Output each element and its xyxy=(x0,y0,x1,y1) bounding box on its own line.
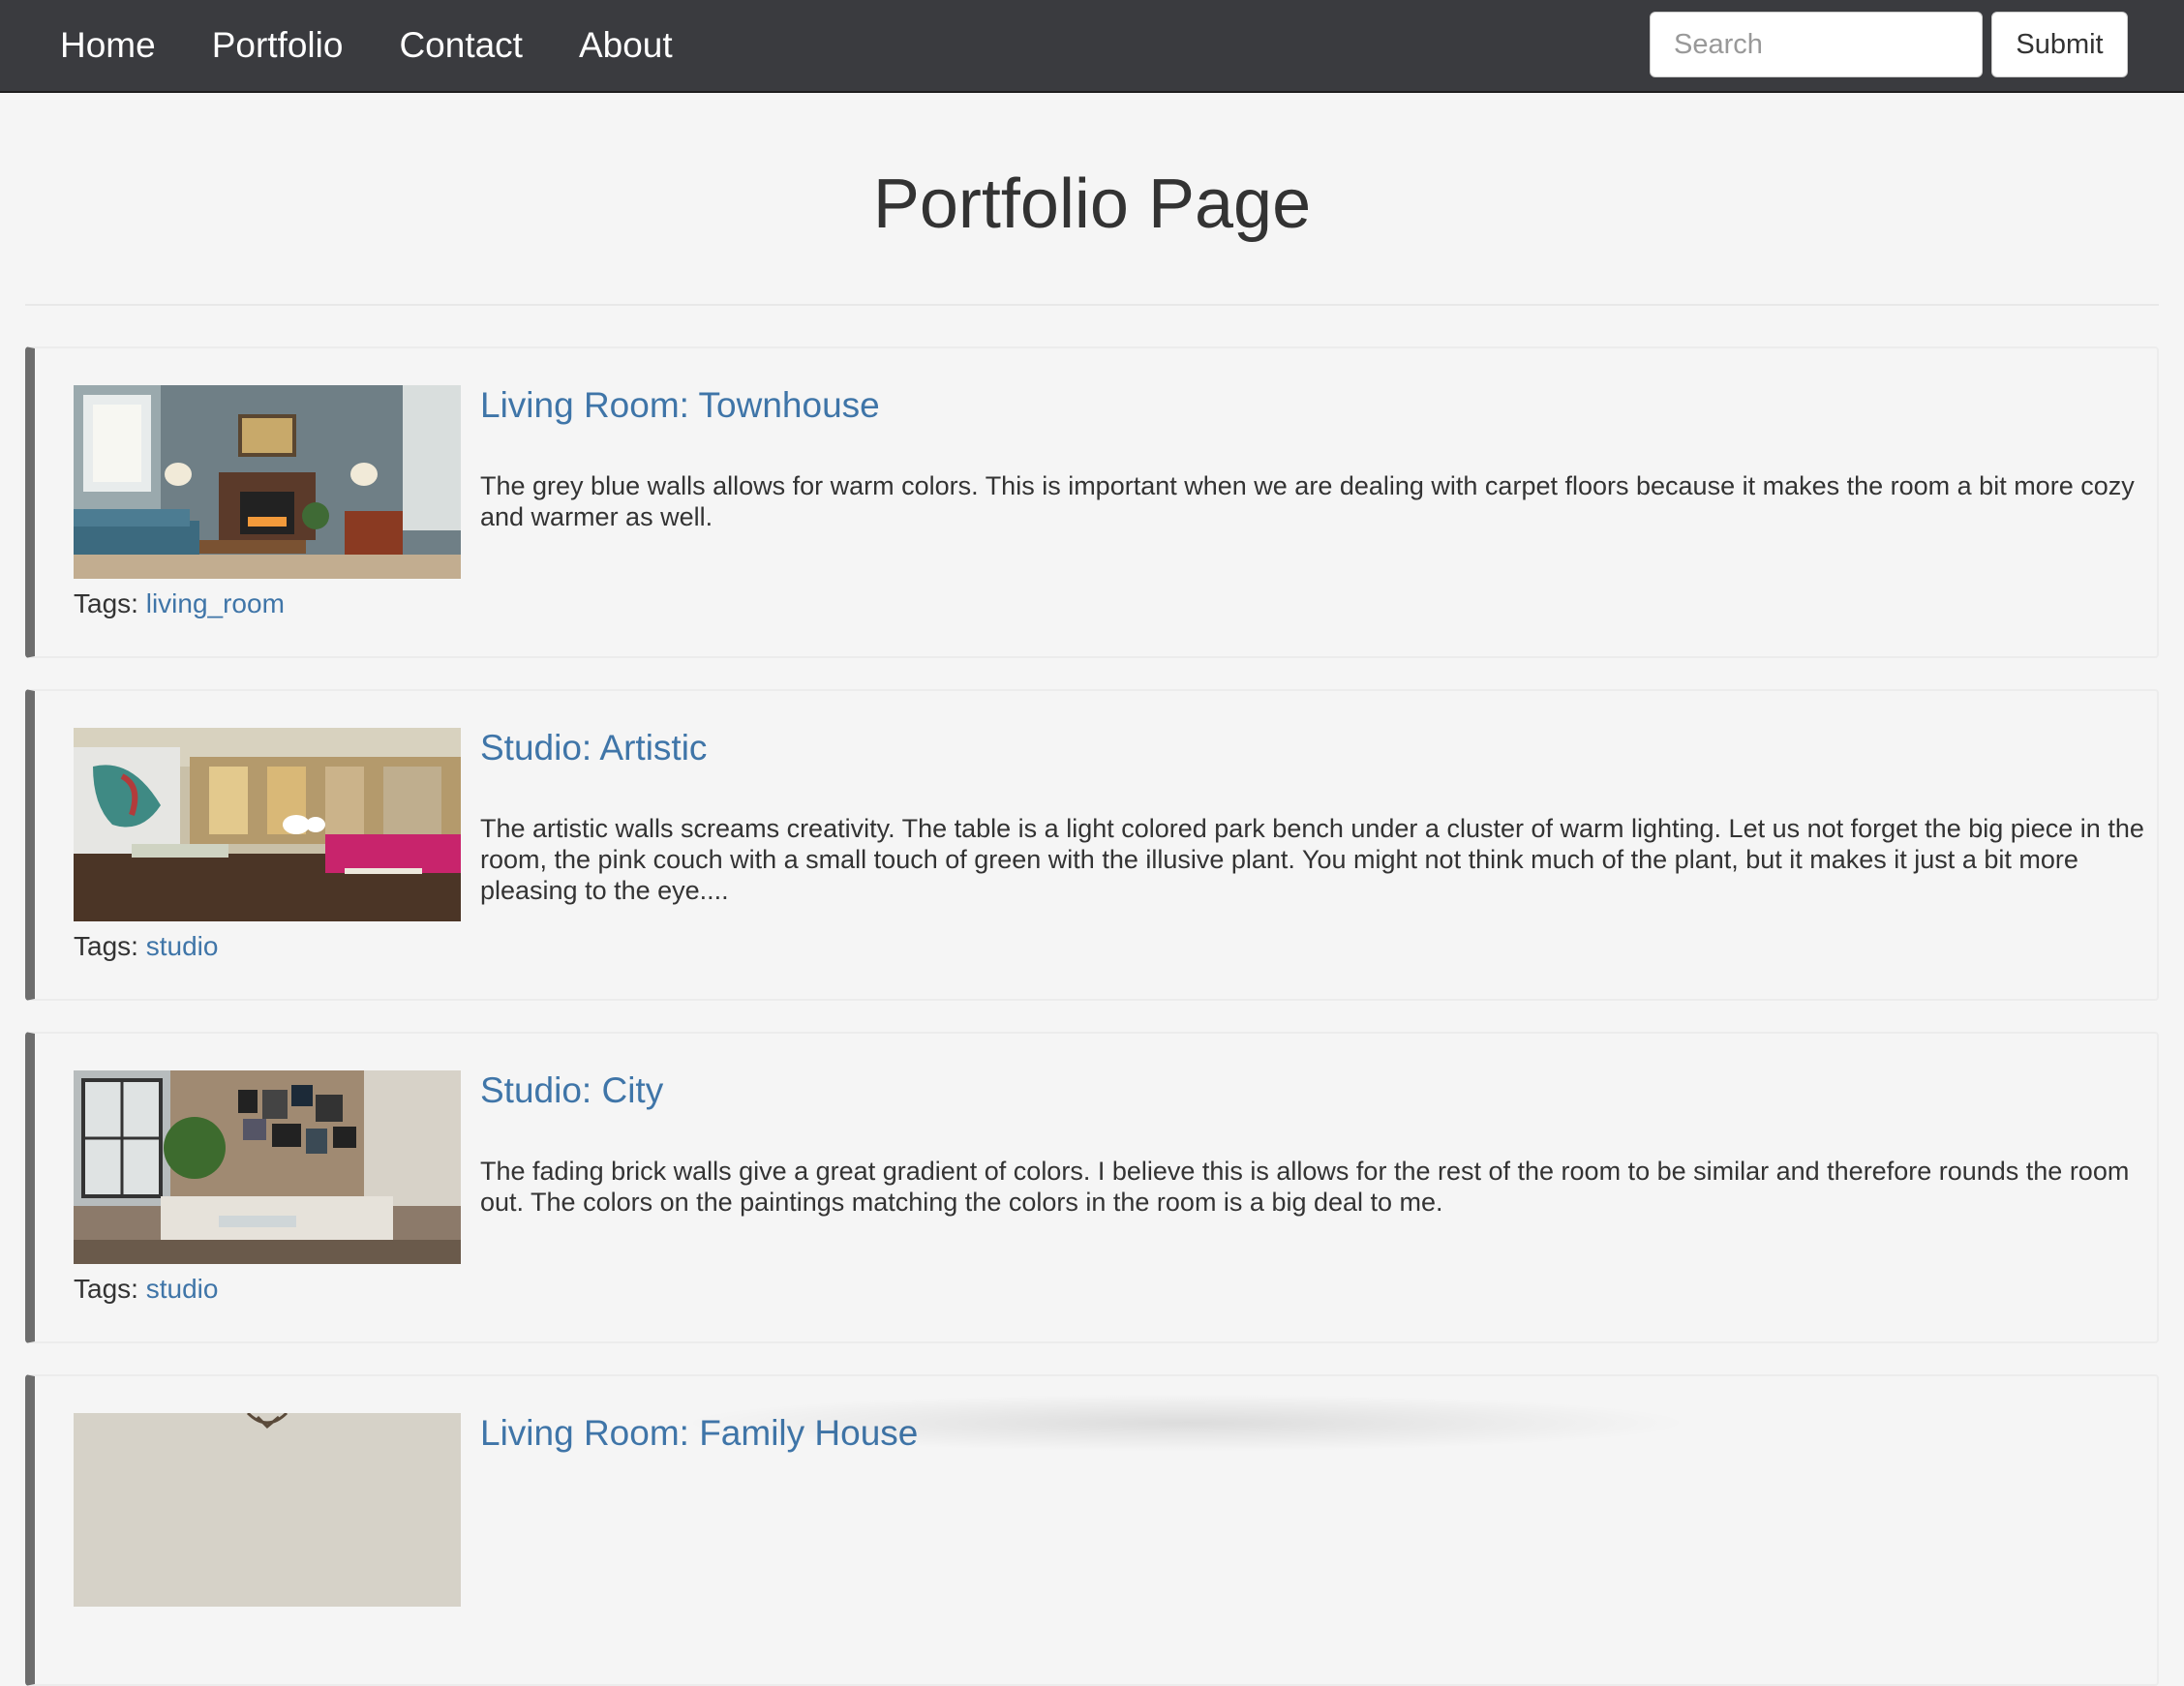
studio-artistic-image[interactable] xyxy=(74,728,461,921)
search-input[interactable] xyxy=(1650,12,1983,77)
tags-label: Tags: xyxy=(74,931,138,961)
nav-links: Home Portfolio Contact About xyxy=(60,0,729,91)
living-room-townhouse-image[interactable] xyxy=(74,385,461,579)
tags-label: Tags: xyxy=(74,588,138,618)
portfolio-card-city: Studio: City The fading brick walls give… xyxy=(25,1032,2159,1343)
tags-label: Tags: xyxy=(74,1274,138,1304)
portfolio-card-artistic: Studio: Artistic The artistic walls scre… xyxy=(25,689,2159,1001)
portfolio-card-townhouse: Living Room: Townhouse The grey blue wal… xyxy=(25,346,2159,658)
card-title-link[interactable]: Studio: City xyxy=(480,1070,663,1111)
nav-portfolio-link[interactable]: Portfolio xyxy=(212,25,344,66)
title-divider xyxy=(25,304,2159,306)
nav-about-link[interactable]: About xyxy=(579,25,673,66)
scroll-shadow xyxy=(678,1394,1694,1452)
nav-home-link[interactable]: Home xyxy=(60,25,156,66)
submit-button[interactable]: Submit xyxy=(1991,12,2128,77)
living-room-family-house-image[interactable] xyxy=(74,1413,461,1607)
card-tags: Tags: living_room xyxy=(74,588,285,619)
nav-contact-link[interactable]: Contact xyxy=(399,25,523,66)
card-description: The grey blue walls allows for warm colo… xyxy=(480,471,2135,531)
top-navbar: Home Portfolio Contact About Submit xyxy=(0,0,2184,93)
tag-link-studio[interactable]: studio xyxy=(146,1274,219,1304)
card-description: The artistic walls screams creativity. T… xyxy=(480,814,2144,905)
page-title: Portfolio Page xyxy=(872,166,1312,243)
card-tags: Tags: studio xyxy=(74,931,218,962)
studio-city-image[interactable] xyxy=(74,1070,461,1264)
card-description: The fading brick walls give a great grad… xyxy=(480,1157,2130,1217)
tag-link-living-room[interactable]: living_room xyxy=(146,588,285,618)
card-tags: Tags: studio xyxy=(74,1274,218,1305)
tag-link-studio[interactable]: studio xyxy=(146,931,219,961)
card-title-link[interactable]: Living Room: Townhouse xyxy=(480,385,880,426)
card-title-link[interactable]: Studio: Artistic xyxy=(480,728,707,768)
